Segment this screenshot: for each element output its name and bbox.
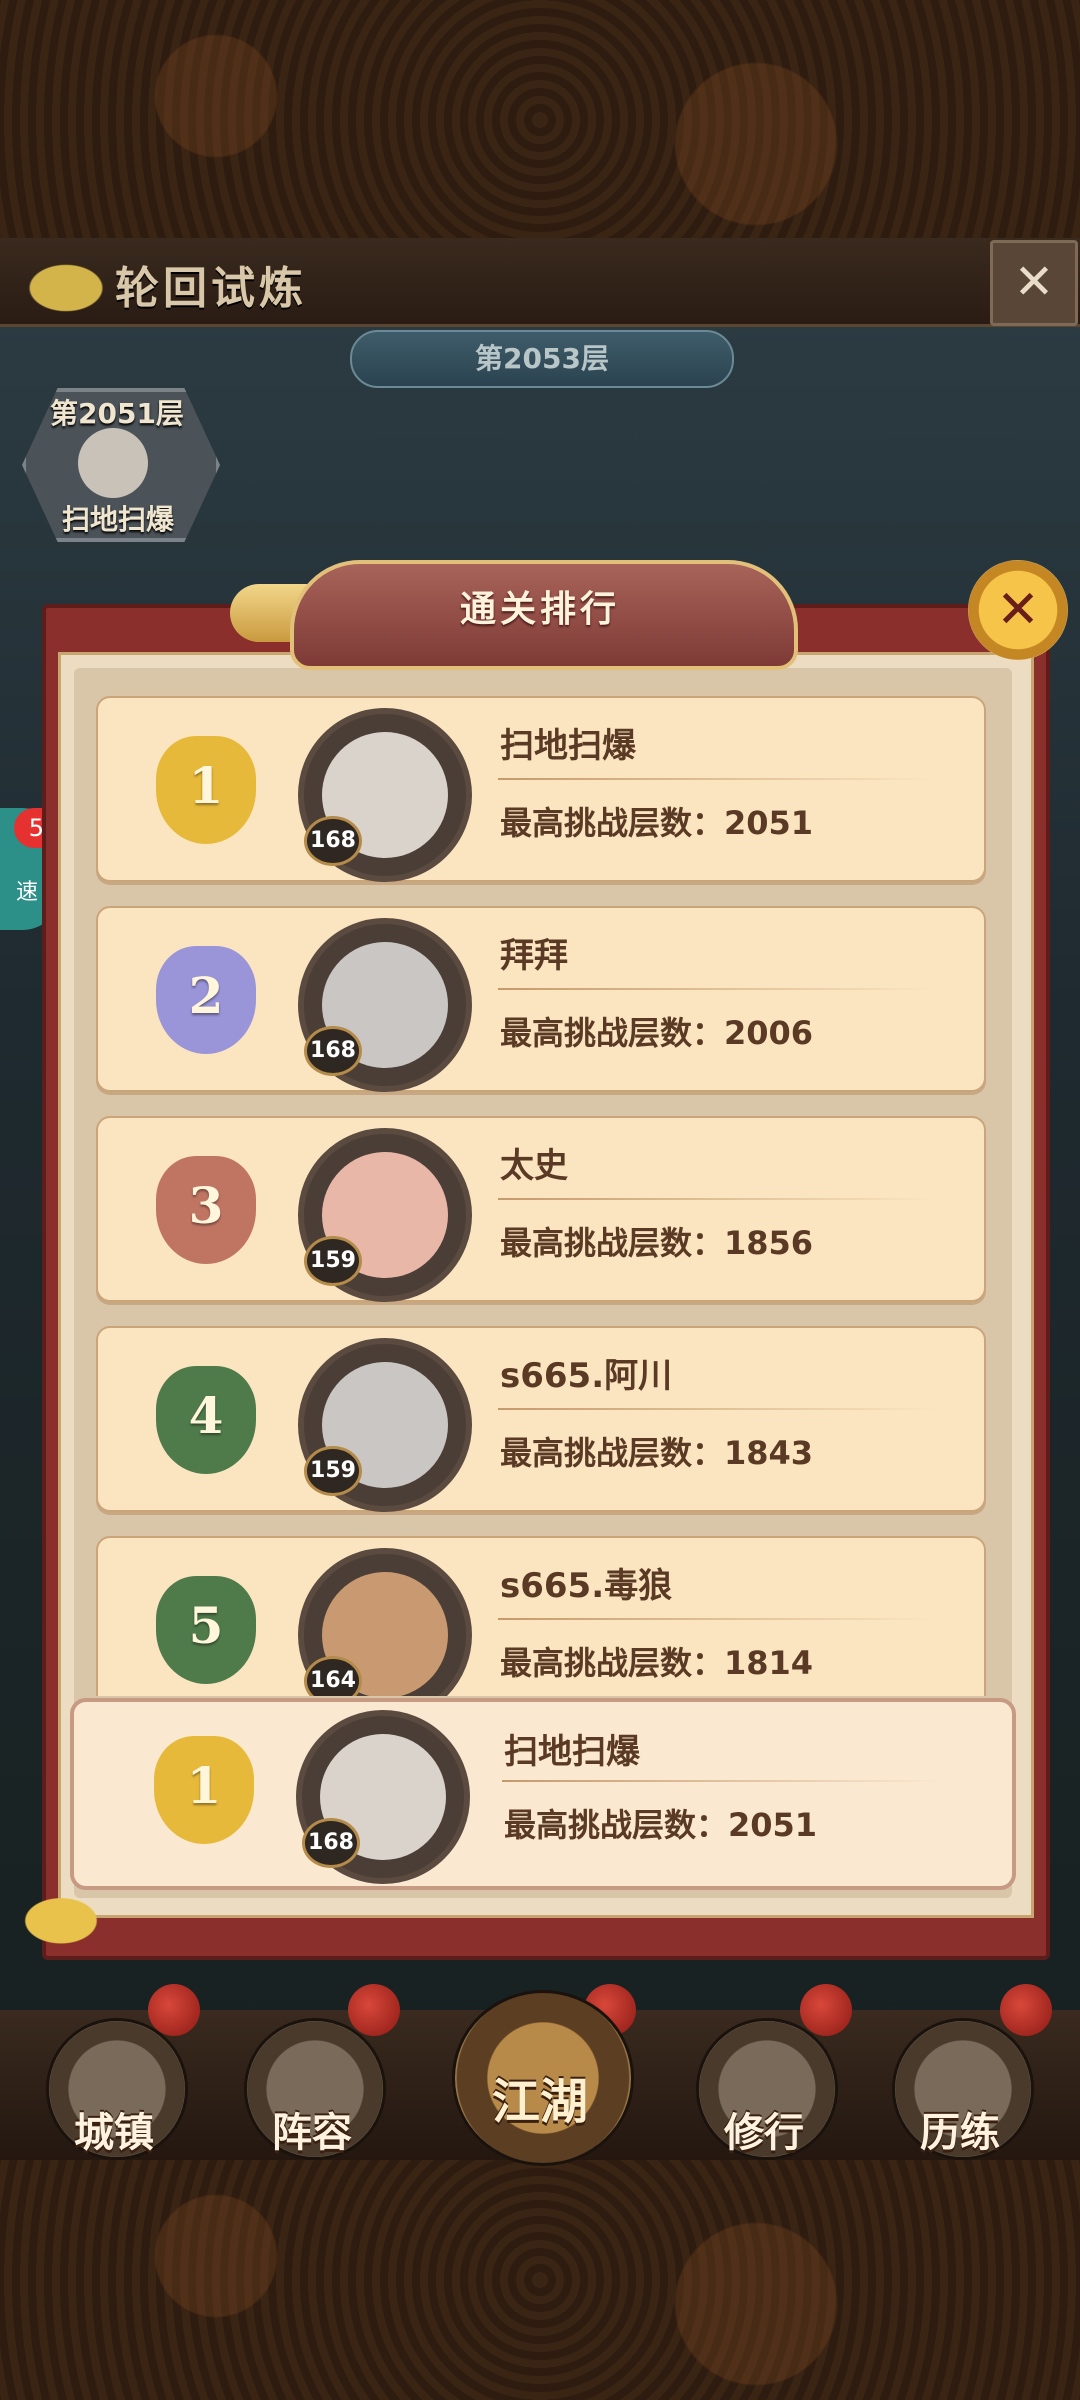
rank-number: 5 bbox=[188, 1596, 224, 1655]
max-floor-stat: 最高挑战层数：1814 bbox=[500, 1644, 814, 1682]
player-name: s665.阿川 bbox=[500, 1356, 673, 1396]
ranking-row: 4 159 s665.阿川 最高挑战层数：1843 bbox=[96, 1326, 986, 1512]
my-rank-card: 1 168 扫地扫爆 最高挑战层数：2051 bbox=[70, 1698, 1016, 1890]
rank-number: 4 bbox=[188, 1386, 224, 1445]
ranking-row: 3 159 太史 最高挑战层数：1856 bbox=[96, 1116, 986, 1302]
panel-close-button[interactable]: ✕ bbox=[968, 560, 1068, 660]
divider bbox=[502, 1780, 942, 1782]
ranking-row: 5 164 s665.毒狼 最高挑战层数：1814 bbox=[96, 1536, 986, 1696]
background-top bbox=[0, 0, 1080, 240]
rank-number: 2 bbox=[188, 966, 224, 1025]
current-floor-banner: 第2053层 bbox=[350, 330, 734, 388]
rank-medal-icon: 3 bbox=[144, 1146, 270, 1272]
divider bbox=[498, 988, 938, 990]
divider bbox=[498, 1198, 938, 1200]
ranking-row: 2 168 拜拜 最高挑战层数：2006 bbox=[96, 906, 986, 1092]
max-floor-stat: 最高挑战层数：2051 bbox=[500, 804, 814, 842]
max-floor-stat: 最高挑战层数：1843 bbox=[500, 1434, 814, 1472]
rank-medal-icon: 1 bbox=[144, 726, 270, 852]
rank-medal-icon: 4 bbox=[144, 1356, 270, 1482]
rank-number: 1 bbox=[188, 756, 224, 815]
level-badge: 159 bbox=[304, 1446, 362, 1496]
divider bbox=[498, 1408, 938, 1410]
level-badge: 159 bbox=[304, 1236, 362, 1286]
nav-training-label[interactable]: 历练 bbox=[880, 2100, 1040, 2158]
speed-label: 速 bbox=[16, 880, 39, 905]
title-close-button[interactable]: ✕ bbox=[990, 240, 1078, 326]
rank-number: 3 bbox=[188, 1176, 224, 1235]
max-floor-stat: 最高挑战层数：2006 bbox=[500, 1014, 814, 1052]
nav-cultivation-label[interactable]: 修行 bbox=[684, 2100, 844, 2158]
page-title: 轮回试炼 bbox=[115, 263, 307, 314]
rank-medal-icon: 2 bbox=[144, 936, 270, 1062]
level-badge: 168 bbox=[302, 1818, 360, 1868]
player-name: 扫地扫爆 bbox=[504, 1732, 640, 1772]
prev-floor-label: 第2051层 bbox=[50, 397, 184, 430]
gold-cloud-decoration bbox=[6, 1886, 116, 1944]
level-badge: 168 bbox=[304, 1026, 362, 1076]
player-name: 太史 bbox=[500, 1146, 568, 1186]
nav-town-label[interactable]: 城镇 bbox=[34, 2100, 194, 2158]
cloud-icon bbox=[0, 246, 110, 316]
ranking-list[interactable]: 1 168 扫地扫爆 最高挑战层数：2051 2 168 拜拜 最高挑战层数：2… bbox=[96, 696, 986, 1696]
lantern-decoration bbox=[1000, 1984, 1052, 2036]
rank-number: 1 bbox=[186, 1756, 222, 1815]
max-floor-stat: 最高挑战层数：1856 bbox=[500, 1224, 814, 1262]
panel-title: 通关排行 bbox=[459, 589, 620, 630]
prev-floor-name: 扫地扫爆 bbox=[62, 503, 175, 536]
max-floor-stat: 最高挑战层数：2051 bbox=[504, 1806, 818, 1844]
background-bottom bbox=[0, 2160, 1080, 2400]
player-name: 拜拜 bbox=[500, 936, 568, 976]
rank-medal-icon: 1 bbox=[142, 1726, 268, 1852]
player-name: s665.毒狼 bbox=[500, 1566, 673, 1606]
nav-jianghu-label[interactable]: 江湖 bbox=[460, 2062, 620, 2132]
prev-floor-avatar bbox=[78, 428, 148, 498]
lantern-decoration bbox=[800, 1984, 852, 2036]
level-badge: 168 bbox=[304, 816, 362, 866]
lantern-decoration bbox=[348, 1984, 400, 2036]
nav-lineup-label[interactable]: 阵容 bbox=[232, 2100, 392, 2158]
divider bbox=[498, 778, 938, 780]
divider bbox=[498, 1618, 938, 1620]
ranking-row: 1 168 扫地扫爆 最高挑战层数：2051 bbox=[96, 696, 986, 882]
lantern-decoration bbox=[148, 1984, 200, 2036]
player-name: 扫地扫爆 bbox=[500, 726, 636, 766]
rank-medal-icon: 5 bbox=[144, 1566, 270, 1692]
